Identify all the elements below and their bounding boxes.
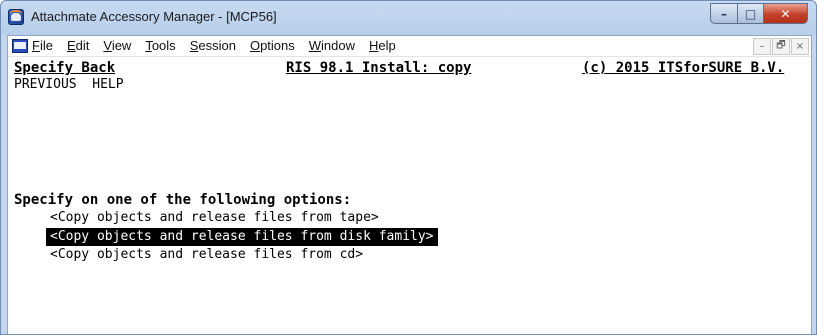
- window-title: Attachmate Accessory Manager - [MCP56]: [31, 9, 277, 24]
- menu-edit[interactable]: Edit: [67, 38, 89, 53]
- menu-window[interactable]: Window: [309, 38, 355, 53]
- function-key-line[interactable]: PREVIOUS HELP: [14, 76, 124, 94]
- close-button[interactable]: ✕: [764, 3, 808, 24]
- copyright-notice: (c) 2015 ITSforSURE B.V.: [582, 60, 785, 76]
- screen-name: Specify Back: [14, 60, 116, 76]
- menu-view[interactable]: View: [103, 38, 131, 53]
- menu-help[interactable]: Help: [369, 38, 396, 53]
- option-copy-from-cd[interactable]: <Copy objects and release files from cd>: [50, 246, 363, 264]
- terminal-screen[interactable]: Specify Back RIS 98.1 Install: copy (c) …: [8, 57, 811, 334]
- options-prompt: Specify on one of the following options:: [14, 192, 352, 208]
- menu-items: File Edit View Tools Session Options Win…: [32, 38, 396, 53]
- attachmate-app-icon[interactable]: [8, 9, 24, 25]
- menu-bar: File Edit View Tools Session Options Win…: [8, 36, 811, 57]
- minimize-button[interactable]: –: [710, 3, 738, 24]
- session-document-icon[interactable]: [12, 39, 28, 53]
- mdi-minimize-button[interactable]: –: [753, 38, 771, 55]
- application-window: Attachmate Accessory Manager - [MCP56] –…: [0, 0, 817, 335]
- menu-session[interactable]: Session: [190, 38, 236, 53]
- option-copy-from-tape[interactable]: <Copy objects and release files from tap…: [50, 209, 379, 227]
- option-copy-from-disk-family[interactable]: <Copy objects and release files from dis…: [46, 228, 438, 246]
- menu-tools[interactable]: Tools: [145, 38, 175, 53]
- caption-buttons: – □ ✕: [710, 3, 808, 24]
- client-area: File Edit View Tools Session Options Win…: [7, 35, 812, 334]
- menu-options[interactable]: Options: [250, 38, 295, 53]
- maximize-button[interactable]: □: [738, 3, 764, 24]
- screen-heading: RIS 98.1 Install: copy: [286, 60, 472, 76]
- mdi-controls: – 🗗 ×: [753, 38, 809, 55]
- menu-file[interactable]: File: [32, 38, 53, 53]
- title-bar[interactable]: Attachmate Accessory Manager - [MCP56] –…: [1, 1, 816, 34]
- mdi-restore-button[interactable]: 🗗: [772, 38, 790, 55]
- mdi-close-button[interactable]: ×: [791, 38, 809, 55]
